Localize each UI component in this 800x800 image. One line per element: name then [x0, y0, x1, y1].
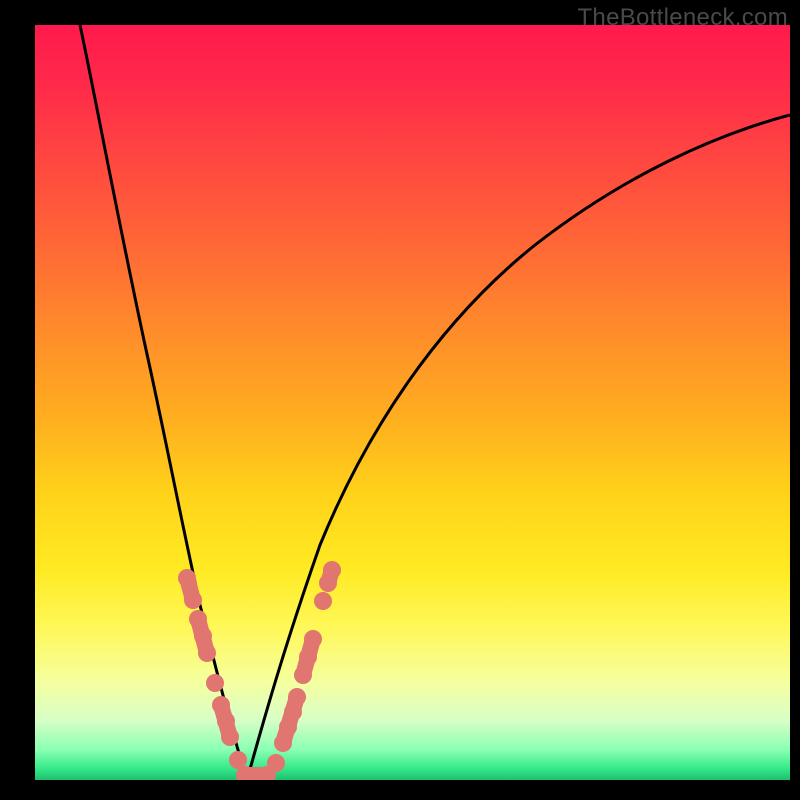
bead: [178, 569, 196, 587]
curve-layer: [35, 25, 790, 780]
plot-area: [35, 25, 790, 780]
bead: [304, 630, 322, 648]
bead: [217, 712, 235, 730]
bead: [288, 688, 306, 706]
bead: [184, 591, 202, 609]
bead: [198, 644, 216, 662]
left-curve: [80, 25, 247, 780]
bead: [274, 734, 292, 752]
bead: [206, 674, 224, 692]
bead: [314, 592, 332, 610]
bead: [299, 648, 317, 666]
bead: [194, 627, 212, 645]
bead: [221, 728, 239, 746]
bead: [267, 754, 285, 772]
right-curve: [247, 115, 790, 780]
chart-frame: TheBottleneck.com: [0, 0, 800, 800]
bead: [189, 610, 207, 628]
watermark-text: TheBottleneck.com: [577, 4, 788, 32]
bead: [212, 696, 230, 714]
bead: [323, 561, 341, 579]
bead: [294, 666, 312, 684]
